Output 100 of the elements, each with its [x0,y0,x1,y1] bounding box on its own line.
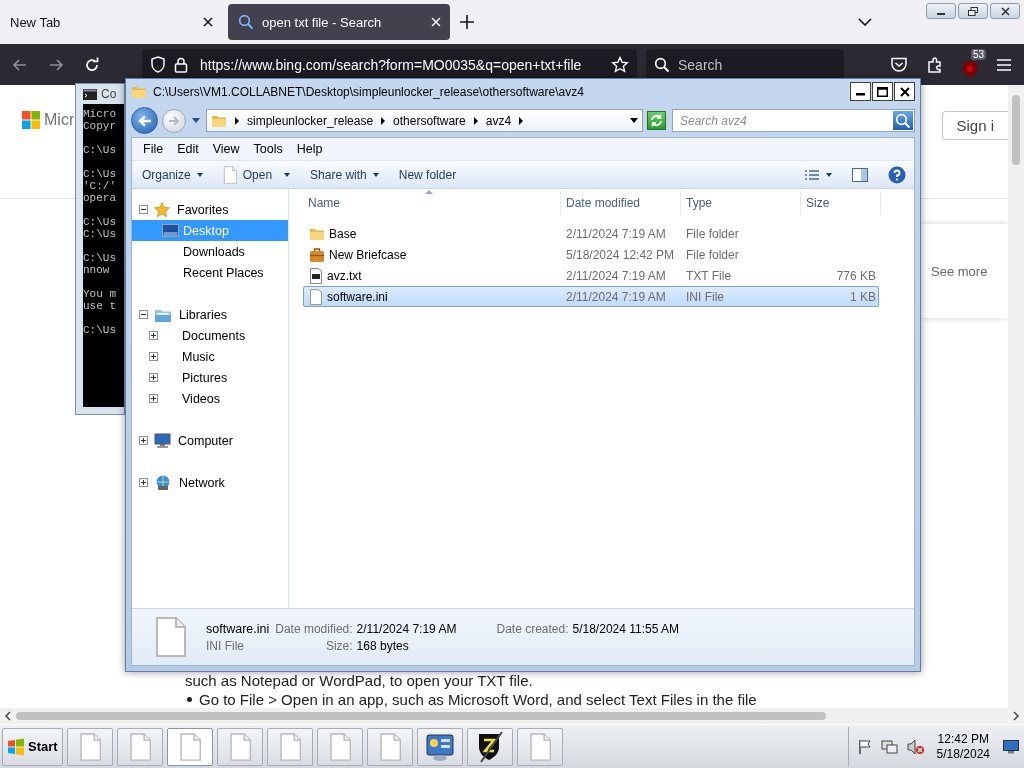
rounded-chevron-icon [890,56,908,73]
history-dropdown[interactable] [190,118,202,123]
list-item-text: Go to File > Open in an app, such as Microsoft Word, and select Text Files in the file [199,691,757,708]
close-icon[interactable] [202,16,214,28]
menu-icon [996,57,1012,72]
console-line: opera [83,192,116,204]
toolbar-button[interactable]: Share with [310,167,379,182]
file-row[interactable]: software.ini 2/11/2024 7:19 AM INI File 1 KB [303,286,879,307]
expand-icon[interactable] [139,436,148,445]
sign-in-button[interactable]: Sign i [942,111,1008,140]
expand-icon[interactable] [149,394,158,403]
refresh-button[interactable] [647,111,666,130]
close-icon [899,86,910,97]
console-line: C:\Us [83,252,116,264]
document-icon [178,732,201,761]
menu-item[interactable]: File [136,142,171,156]
console-line: Copyr [83,120,116,132]
column-header[interactable]: Type [681,191,801,215]
collapse-icon[interactable] [139,205,148,214]
paragraph-text: such as Notepad or WordPad, to open your TXT file. [184,672,534,689]
file-row[interactable]: avz.txt 2/11/2024 7:19 AM TXT File 776 KB [303,265,879,286]
maximize-button[interactable] [872,82,893,101]
browser-tab[interactable]: New Tab [0,4,222,40]
console-line: C:\Us [83,168,116,180]
console-line: Micro [83,108,116,120]
nav-item[interactable]: Pictures [132,367,288,388]
nav-item[interactable]: Documents [132,325,288,346]
address-bar[interactable]: simpleunlocker_release othersoftware avz4 [206,109,643,132]
computer-icon [154,432,171,449]
console-line: You m [83,288,116,300]
caret-icon[interactable] [630,118,638,123]
collapse-icon[interactable] [139,310,148,319]
view-button[interactable] [804,168,832,181]
expand-icon[interactable] [149,331,158,340]
toolbar-button[interactable]: Organize [142,167,203,182]
menu-item[interactable]: View [205,142,247,156]
caret-icon [192,118,200,123]
speaker-muted-icon[interactable] [906,738,925,755]
file-type: INI File [206,638,245,653]
console-line: use t [83,300,116,312]
file-row[interactable]: Base 2/11/2024 7:19 AM File folder [303,223,879,244]
nav-item[interactable]: Computer [132,430,288,451]
restore-button[interactable] [958,3,988,19]
back-button[interactable] [131,107,158,134]
search-field[interactable]: Search [646,48,844,81]
menu-item[interactable]: Tools [246,142,290,156]
browser-tab[interactable]: open txt file - Search [228,4,450,40]
search-field[interactable]: Search avz4 [672,109,915,132]
toolbar-button[interactable]: Open [222,165,291,184]
nav-item[interactable]: Network [132,472,288,493]
console-icon [83,88,97,100]
vertical-scrollbar[interactable] [1008,85,1024,708]
nav-item[interactable]: Recent Places [132,262,288,283]
help-icon [888,165,906,184]
nav-item[interactable]: Favorites [132,199,288,220]
refresh-icon [650,114,663,127]
badge-count: 53 [971,48,987,60]
star-icon[interactable] [611,55,629,74]
nav-item[interactable]: Downloads [132,241,288,262]
monitor-icon [1003,739,1019,754]
breadcrumb-item[interactable]: othersoftware [393,113,466,128]
flag-icon[interactable] [856,738,873,755]
close-button[interactable] [894,82,915,101]
file-row[interactable]: New Briefcase 5/18/2024 12:42 PM File folder [303,244,879,265]
expand-icon[interactable] [139,478,148,487]
horizontal-scrollbar[interactable] [0,708,1024,724]
address-bar[interactable]: https://www.bing.com/search?form=MO0035&q=open+txt+file [142,48,637,81]
minimize-button[interactable] [850,82,871,101]
preview-pane-icon [852,167,868,182]
network-icon[interactable] [880,738,899,755]
see-more-card[interactable]: See more [920,224,1008,318]
nav-item[interactable]: Videos [132,388,288,409]
nav-item[interactable]: Libraries [132,304,288,325]
taskbar-button[interactable] [466,727,513,766]
column-header[interactable]: Date modified [561,191,681,215]
column-header[interactable]: Size [801,191,881,215]
toolbar-button[interactable]: New folder [398,167,457,182]
taskbar-button[interactable] [416,727,463,766]
minimize-button[interactable] [926,3,956,19]
windows-flag-icon [7,737,25,756]
file-icon [154,617,186,657]
document-icon [78,732,101,761]
bullet-dot [187,697,192,702]
breadcrumb-item[interactable]: simpleunlocker_release [247,113,374,128]
breadcrumb-item[interactable]: avz4 [485,113,512,128]
property-label: Date created: [496,621,569,636]
expand-icon[interactable] [149,373,158,382]
search-icon [238,14,254,30]
control-panel-icon [424,731,455,762]
console-line: 'C:/' [83,180,116,192]
menu-item[interactable]: Help [289,142,330,156]
menu-item[interactable]: Edit [170,142,206,156]
start-button[interactable]: Start [2,727,63,766]
close-button[interactable] [990,3,1020,19]
preview-pane-button[interactable] [852,167,868,182]
nav-item[interactable]: Music [132,346,288,367]
expand-icon[interactable] [149,352,158,361]
document-icon [228,732,251,761]
clock[interactable]: 12:42 PM 5/18/2024 [936,731,990,762]
help-button[interactable] [888,165,906,184]
